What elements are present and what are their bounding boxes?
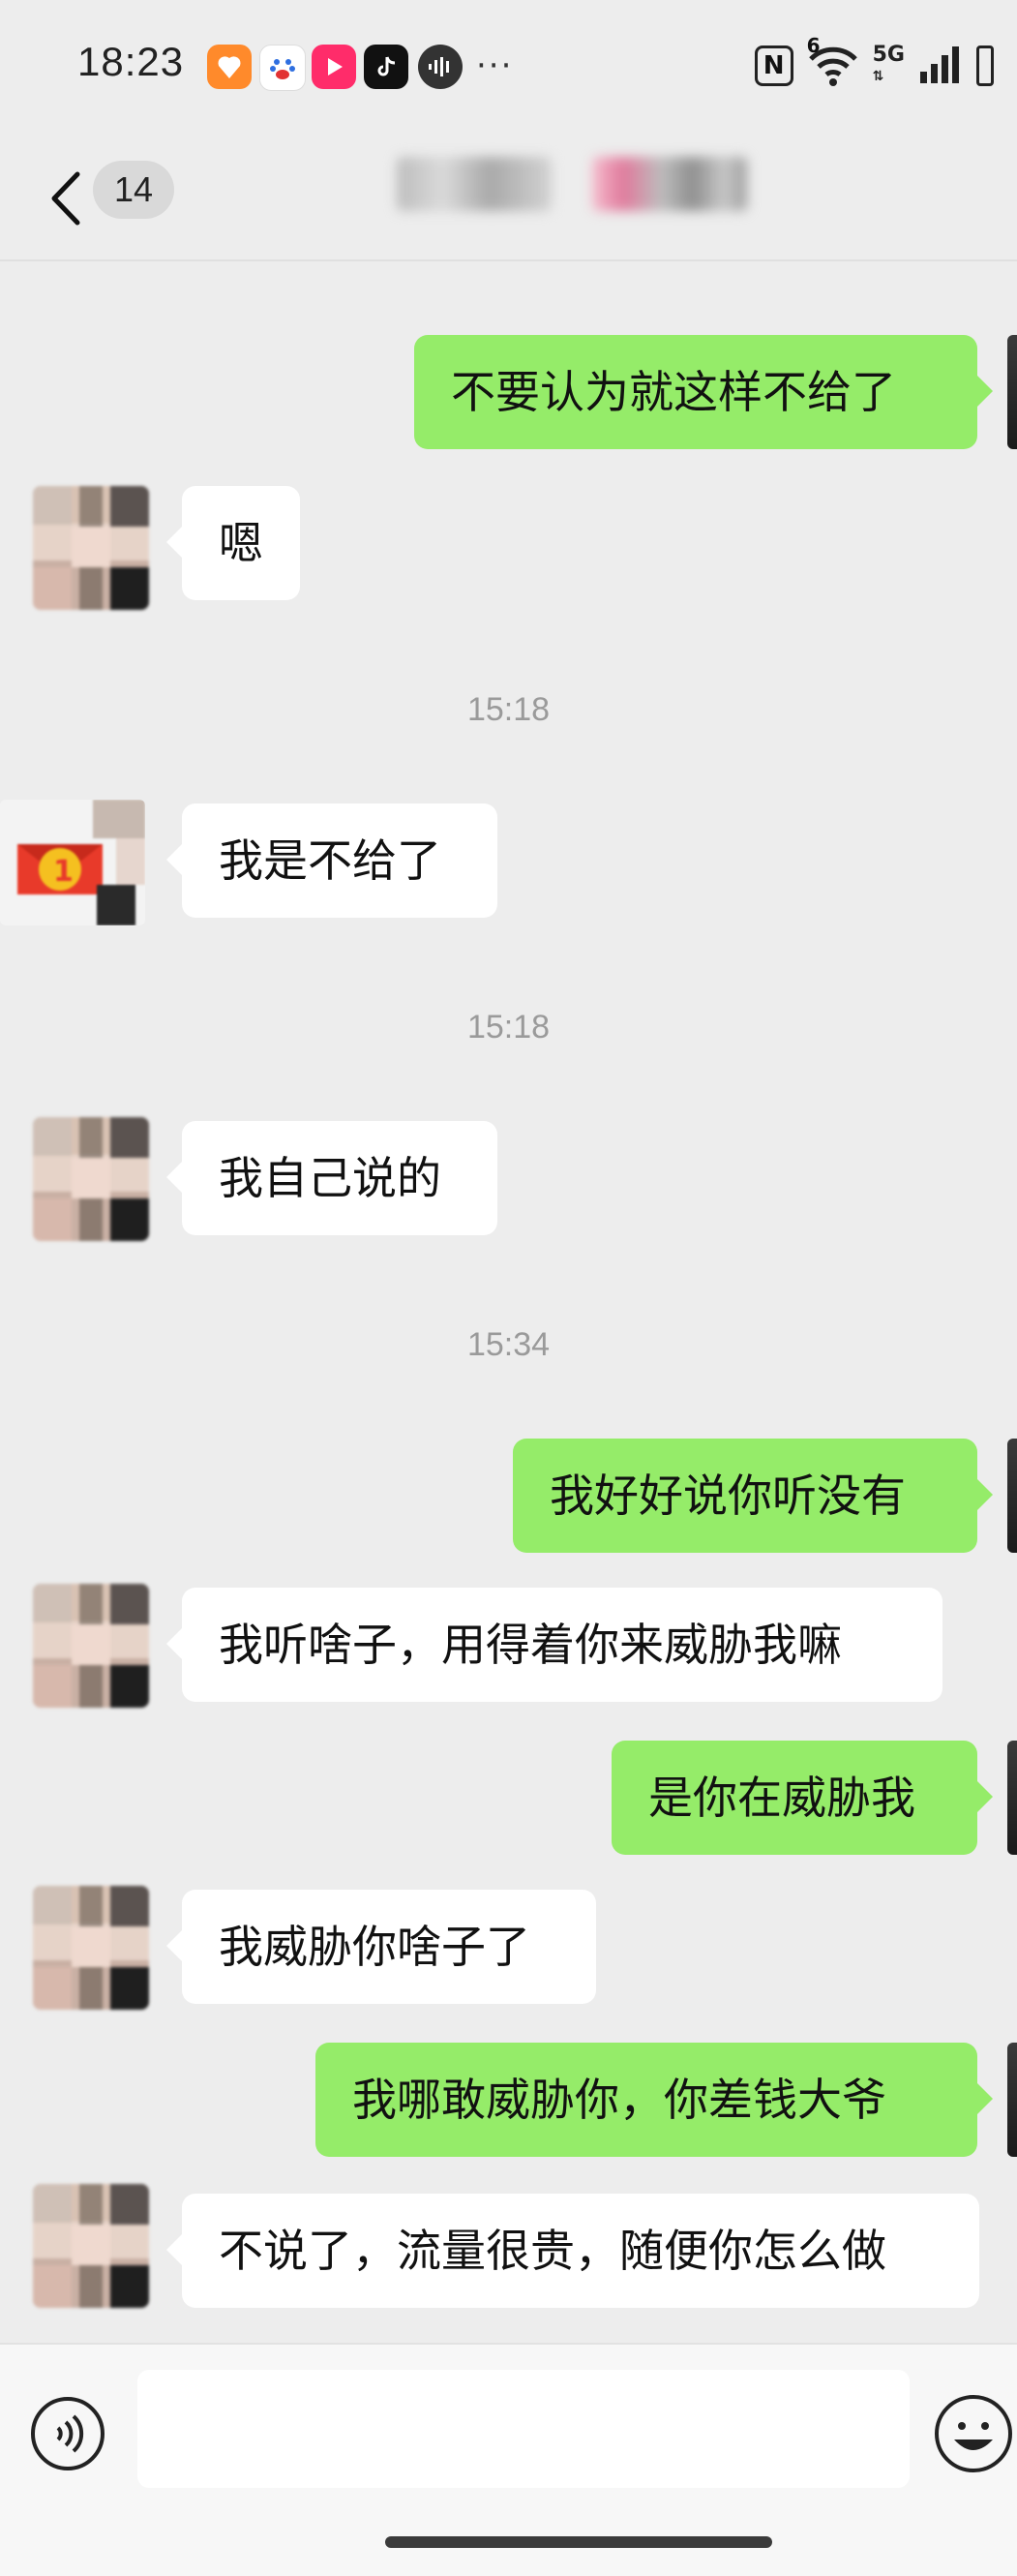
contact-avatar-badge[interactable]: 1 [0, 800, 145, 925]
contact-avatar[interactable] [33, 1117, 149, 1241]
wifi-6-label: 6 [806, 34, 821, 57]
status-bar: 18:23 ··· N 6 5G ⇅ [0, 0, 1017, 136]
voice-icon [31, 2397, 105, 2470]
baidu-icon [259, 45, 306, 91]
chevron-left-icon [51, 171, 80, 226]
message-timestamp: 15:34 [466, 1326, 551, 1363]
self-avatar[interactable] [1007, 1741, 1017, 1855]
header-divider [0, 259, 1017, 261]
self-avatar[interactable] [1007, 335, 1017, 449]
incoming-message[interactable]: 我自己说的 [166, 1121, 497, 1235]
contact-avatar[interactable] [33, 1886, 149, 2010]
self-avatar[interactable] [1007, 1439, 1017, 1553]
outgoing-message[interactable]: 是你在威胁我 [612, 1741, 993, 1855]
home-indicator[interactable] [385, 2536, 772, 2548]
incoming-message[interactable]: 嗯 [166, 486, 300, 600]
system-status-icons: N 6 5G ⇅ [754, 34, 994, 91]
status-time: 18:23 [77, 39, 185, 84]
unread-count-badge[interactable]: 14 [93, 161, 174, 219]
contact-avatar[interactable] [33, 486, 149, 610]
outgoing-message[interactable]: 不要认为就这样不给了 [414, 335, 993, 449]
battery-icon [976, 45, 994, 86]
message-timestamp: 15:18 [466, 691, 551, 728]
message-timestamp: 15:18 [466, 1009, 551, 1046]
contact-avatar[interactable] [33, 1584, 149, 1708]
self-avatar[interactable] [1007, 2043, 1017, 2157]
contact-avatar[interactable] [33, 2184, 149, 2308]
wifi-icon: 6 [807, 34, 859, 88]
svg-text:1: 1 [53, 855, 74, 889]
outgoing-message[interactable]: 我好好说你听没有 [513, 1439, 993, 1553]
outgoing-message[interactable]: 我哪敢威胁你，你差钱大爷 [315, 2043, 993, 2157]
more-notifications-icon: ··· [476, 46, 514, 85]
audio-app-icon [418, 45, 463, 89]
signal-icon [918, 45, 963, 87]
contact-name-blurred [397, 157, 552, 211]
emoji-icon [935, 2395, 1012, 2472]
tiktok-icon [364, 45, 408, 89]
network-arrows-icon: ⇅ [872, 69, 884, 84]
nfc-icon: N [754, 45, 793, 86]
incoming-message[interactable]: 我听啥子，用得着你来威胁我嘛 [166, 1588, 942, 1702]
contact-name-blurred-2 [592, 157, 747, 211]
taobao-icon [207, 45, 252, 89]
red-envelope-badge-icon: 1 [17, 800, 145, 925]
network-type: 5G [872, 43, 905, 67]
network-5g-label: 5G ⇅ [873, 45, 905, 87]
back-button[interactable] [43, 165, 91, 232]
incoming-message[interactable]: 不说了，流量很贵，随便你怎么做 [166, 2194, 979, 2308]
incoming-message[interactable]: 我是不给了 [166, 803, 497, 918]
voice-input-button[interactable] [29, 2395, 106, 2472]
message-input[interactable] [137, 2370, 910, 2488]
incoming-message[interactable]: 我威胁你啥子了 [166, 1890, 596, 2004]
video-app-icon [312, 45, 356, 89]
emoji-button[interactable] [933, 2393, 1014, 2474]
